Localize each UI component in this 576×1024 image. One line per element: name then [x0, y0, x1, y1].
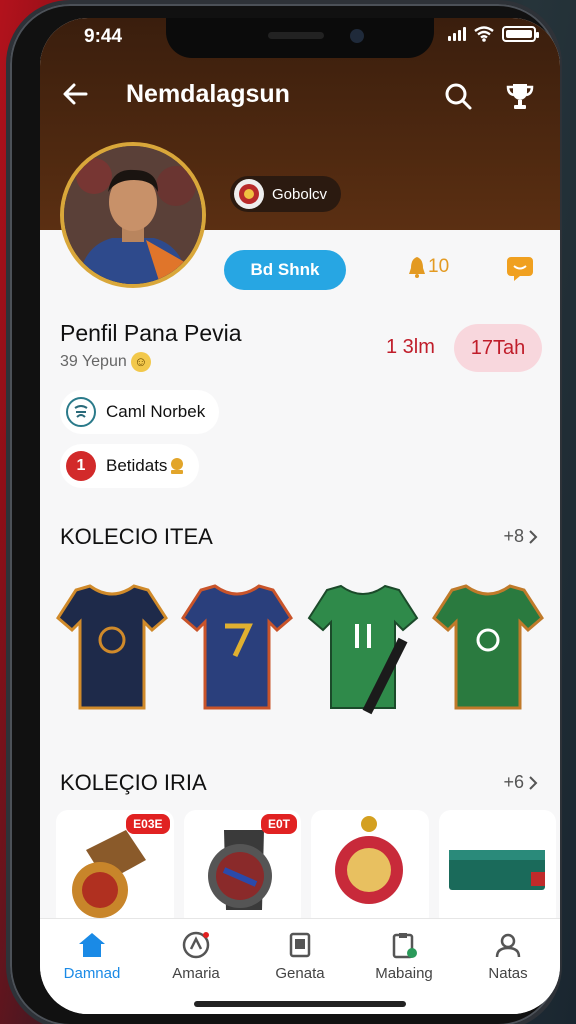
wifi-icon	[474, 26, 494, 42]
phone-frame: 9:44 Nemdalagsun Gobolcv Bd Shnk 10 Penf…	[6, 0, 562, 1024]
section-more-2[interactable]: +6	[503, 772, 538, 793]
signal-icon	[448, 27, 466, 41]
bottom-tab-bar: Damnad Amaria Genata Mabaing Natas	[40, 918, 560, 1014]
medal-item-image	[335, 816, 403, 904]
badges-label: Betidats	[106, 456, 168, 475]
section-more-count: +6	[503, 772, 524, 792]
team-label: Caml Norbek	[106, 402, 206, 421]
club-crest-icon	[234, 179, 264, 209]
bell-icon	[409, 257, 425, 278]
tab-label: Mabaing	[375, 965, 433, 982]
trophy-icon[interactable]	[504, 80, 536, 112]
tab-label: Amaria	[172, 965, 220, 982]
jersey-card[interactable]	[54, 578, 170, 718]
page-title: Nemdalagsun	[126, 80, 290, 108]
notification-count: 10	[428, 256, 450, 277]
price-badge: E03E	[126, 814, 170, 834]
notch	[166, 18, 434, 58]
badges-row[interactable]: 1 Betidats	[60, 444, 200, 488]
age-label: 39 Yepun	[60, 353, 127, 370]
tab-home[interactable]: Damnad	[42, 931, 142, 1014]
app-screen: 9:44 Nemdalagsun Gobolcv Bd Shnk 10 Penf…	[40, 18, 560, 1014]
chevron-right-icon	[529, 775, 538, 790]
jersey-collection	[54, 578, 546, 718]
section-more-count: +8	[503, 526, 524, 546]
club-name: Gobolcv	[272, 185, 328, 203]
stat-primary: 1 3lm	[386, 336, 435, 358]
jersey-card[interactable]	[430, 578, 546, 718]
team-row[interactable]: Caml Norbek	[60, 390, 220, 434]
home-icon	[79, 933, 105, 957]
clipboard-icon	[392, 933, 417, 959]
section-title-2: KOLEÇIO IRIA	[60, 770, 207, 795]
item-card[interactable]: E0T	[183, 810, 301, 928]
card-icon	[289, 932, 311, 958]
jersey-card[interactable]	[179, 578, 295, 718]
user-icon	[495, 933, 521, 958]
shield-icon	[182, 931, 210, 959]
item-card[interactable]	[311, 810, 429, 928]
follow-button[interactable]: Bd Shnk	[224, 250, 346, 290]
back-arrow-icon[interactable]	[60, 78, 92, 110]
team-crest-icon	[66, 397, 96, 427]
tab-label: Natas	[488, 965, 528, 982]
smiley-icon: ☺	[130, 352, 151, 372]
section-title-1: KOLECIO ITEA	[60, 524, 213, 549]
item-card[interactable]	[438, 810, 556, 928]
player-name: Penfil Pana Pevia	[60, 320, 242, 346]
club-chip[interactable]: Gobolcv	[230, 176, 342, 212]
jersey-card[interactable]	[305, 578, 421, 718]
medal-icon	[171, 458, 184, 474]
tab-label: Damnad	[63, 965, 121, 982]
chevron-right-icon	[529, 529, 538, 544]
section-more-1[interactable]: +8	[503, 526, 538, 547]
item-card[interactable]: E03E	[56, 810, 174, 928]
search-icon[interactable]	[442, 80, 474, 112]
notifications[interactable]: 10	[408, 256, 449, 278]
battery-icon	[502, 26, 539, 42]
player-photo	[64, 146, 202, 284]
status-time: 9:44	[84, 26, 123, 47]
player-age: 39 Yepun ☺	[60, 352, 151, 372]
item-collection: E03E E0T	[56, 810, 556, 930]
badges-count: 1	[66, 451, 96, 481]
stat-secondary[interactable]: 17Tah	[454, 324, 542, 372]
price-badge: E0T	[260, 814, 297, 834]
tab-profile[interactable]: Natas	[458, 931, 558, 1014]
avatar[interactable]	[60, 142, 206, 288]
status-icons	[448, 26, 539, 42]
tab-label: Genata	[275, 965, 325, 982]
box-item-image	[448, 850, 545, 890]
chat-icon[interactable]	[506, 256, 534, 282]
home-indicator	[194, 1001, 406, 1007]
